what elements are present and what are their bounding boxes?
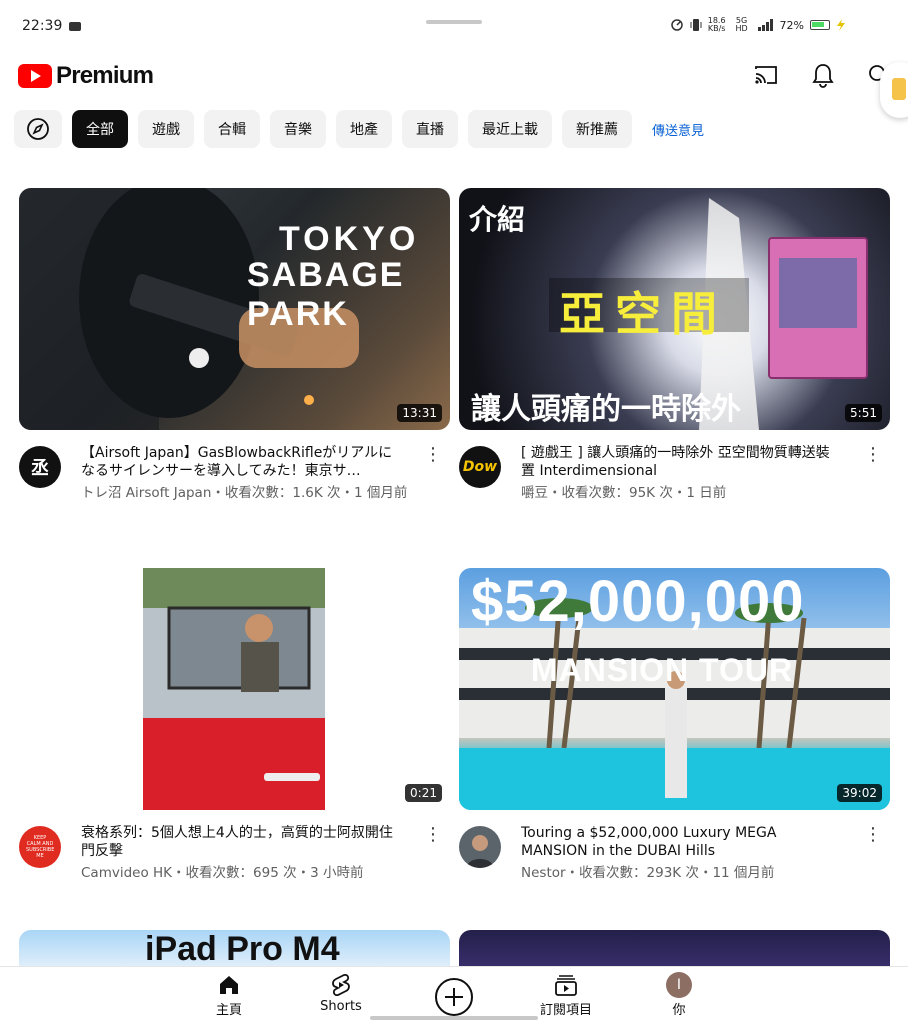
notification-icon — [69, 22, 81, 31]
video-duration: 13:31 — [397, 404, 442, 422]
video-thumbnail[interactable]: $52,000,000 MANSION TOUR 39:02 — [459, 568, 890, 810]
status-right: 18.6 KB/s 5G HD 72% — [670, 17, 846, 33]
network-speed: 18.6 KB/s — [708, 17, 726, 33]
nav-home-label: 主頁 — [215, 1003, 242, 1018]
nav-home[interactable]: 主頁 — [189, 973, 269, 1018]
avatar-face — [466, 835, 494, 868]
avatar-text: Dow — [462, 459, 498, 475]
nav-shorts[interactable]: Shorts — [301, 973, 381, 1014]
chip-all[interactable]: 全部 — [72, 110, 128, 148]
video-meta: Dow [ 遊戲王 ] 讓人頭痛的一時除外 亞空間物質轉送裝置 Interdim… — [459, 444, 890, 514]
cast-icon[interactable] — [751, 60, 781, 90]
home-icon — [220, 976, 238, 994]
battery-percent: 72% — [779, 18, 804, 32]
network-type: 5G HD — [735, 16, 748, 33]
nav-subscriptions-label: 訂閱項目 — [539, 1003, 592, 1018]
vibrate-icon — [690, 19, 702, 31]
chip-music[interactable]: 音樂 — [270, 110, 326, 148]
video-card[interactable]: 0:21 KEEP CALM AND SUBSCRIBE ME 衰格系列：5個人… — [19, 568, 450, 894]
chip-new-to-you[interactable]: 新推薦 — [562, 110, 632, 148]
partial-video-thumbnail[interactable] — [459, 930, 890, 970]
floating-widget[interactable] — [880, 62, 908, 118]
send-feedback-link[interactable]: 傳送意見 — [652, 120, 704, 139]
video-channel-meta: トレ沼 Airsoft Japan・收看次數：1.6K 次・1 個月前 — [81, 485, 408, 501]
video-duration: 0:21 — [405, 784, 442, 802]
app-header: Premium — [0, 54, 908, 98]
video-title[interactable]: [ 遊戲王 ] 讓人頭痛的一時除外 亞空間物質轉送裝置 Interdimensi… — [521, 444, 841, 480]
video-card[interactable]: TOKYO SABAGE PARK 13:31 丞 【Airsoft Japan… — [19, 188, 450, 514]
more-options-icon[interactable]: ⋮ — [864, 824, 882, 845]
chip-recently-uploaded[interactable]: 最近上載 — [468, 110, 552, 148]
chip-real-estate[interactable]: 地產 — [336, 110, 392, 148]
nav-you[interactable]: I 你 — [639, 972, 719, 1018]
thumbnail-text-sub: 讓人頭痛的一時除外 — [471, 393, 741, 426]
nav-shorts-label: Shorts — [320, 999, 362, 1014]
youtube-logo-icon — [18, 64, 52, 88]
nav-subscriptions[interactable]: 訂閱項目 — [526, 973, 606, 1018]
signal-icon — [757, 19, 773, 31]
more-options-icon[interactable]: ⋮ — [424, 444, 442, 465]
video-meta: KEEP CALM AND SUBSCRIBE ME 衰格系列：5個人想上4人的… — [19, 824, 450, 894]
create-icon — [435, 978, 473, 1016]
video-card[interactable]: 介紹 亞空間 讓人頭痛的一時除外 5:51 Dow [ 遊戲王 ] 讓人頭痛的一… — [459, 188, 890, 514]
thumbnail-text-tokyo: TOKYO — [279, 220, 420, 258]
explore-chip[interactable] — [14, 110, 62, 148]
data-saver-icon — [670, 19, 683, 31]
speed-unit: KB/s — [707, 24, 726, 33]
thumbnail-art — [143, 568, 325, 810]
status-bar: 22:39 18.6 KB/s 5G HD 72% — [0, 0, 908, 54]
avatar-mark: 丞 — [31, 458, 49, 479]
video-thumbnail[interactable]: TOKYO SABAGE PARK 13:31 — [19, 188, 450, 430]
nav-create[interactable] — [414, 977, 494, 1019]
window-handle[interactable] — [426, 20, 482, 24]
video-channel-meta: 嚼豆・收看次數：95K 次・1 日前 — [521, 485, 727, 501]
thumbnail-text-tour: MANSION TOUR — [531, 652, 794, 688]
battery-icon — [810, 20, 830, 30]
partial-thumbnail-text: iPad Pro M4 — [145, 930, 340, 968]
channel-avatar[interactable] — [459, 826, 501, 868]
video-title[interactable]: 【Airsoft Japan】GasBlowbackRifleがリアルになるサイ… — [81, 444, 401, 480]
video-title[interactable]: 衰格系列：5個人想上4人的士，高質的士阿叔開住門反擊 — [81, 824, 401, 860]
video-duration: 5:51 — [845, 404, 882, 422]
nav-you-label: 你 — [672, 1003, 686, 1018]
more-options-icon[interactable]: ⋮ — [864, 444, 882, 465]
video-channel-meta: Nestor・收看次數：293K 次・11 個月前 — [521, 865, 775, 881]
status-time: 22:39 — [22, 18, 63, 34]
subscriptions-icon — [555, 975, 577, 996]
video-thumbnail[interactable]: 0:21 — [19, 568, 450, 810]
bell-icon[interactable] — [808, 60, 838, 90]
chip-live[interactable]: 直播 — [402, 110, 458, 148]
chip-gaming[interactable]: 遊戲 — [138, 110, 194, 148]
charging-icon — [837, 19, 845, 31]
channel-avatar[interactable]: 丞 — [19, 446, 61, 488]
channel-avatar[interactable]: Dow — [459, 446, 501, 488]
video-thumbnail[interactable]: 介紹 亞空間 讓人頭痛的一時除外 5:51 — [459, 188, 890, 430]
channel-avatar[interactable]: KEEP CALM AND SUBSCRIBE ME — [19, 826, 61, 868]
more-options-icon[interactable]: ⋮ — [424, 824, 442, 845]
video-meta: 丞 【Airsoft Japan】GasBlowbackRifleがリアルになる… — [19, 444, 450, 514]
video-duration: 39:02 — [837, 784, 882, 802]
thumbnail-text-main: 亞空間 — [559, 288, 727, 340]
filter-chips: 全部 遊戲 合輯 音樂 地產 直播 最近上載 新推薦 傳送意見 — [14, 110, 704, 148]
thumbnail-text-price: $52,000,000 — [471, 569, 805, 634]
logo-text: Premium — [56, 62, 154, 89]
shorts-icon — [332, 973, 350, 997]
video-channel-meta: Camvideo HK・收看次數：695 次・3 小時前 — [81, 865, 364, 881]
thumbnail-text-park: SABAGE PARK — [247, 256, 405, 333]
chip-mixes[interactable]: 合輯 — [204, 110, 260, 148]
partial-video-thumbnail[interactable]: iPad Pro M4 — [19, 930, 450, 970]
video-card[interactable]: $52,000,000 MANSION TOUR 39:02 Touring a… — [459, 568, 890, 894]
youtube-premium-logo[interactable]: Premium — [18, 62, 154, 90]
video-meta: Touring a $52,000,000 Luxury MEGA MANSIO… — [459, 824, 890, 894]
avatar-icon: I — [666, 972, 692, 998]
thumbnail-text-intro: 介紹 — [469, 204, 526, 235]
home-indicator[interactable] — [370, 1016, 538, 1020]
video-title[interactable]: Touring a $52,000,000 Luxury MEGA MANSIO… — [521, 824, 841, 860]
avatar-text: KEEP CALM AND SUBSCRIBE ME — [26, 835, 55, 859]
compass-icon — [27, 118, 49, 140]
